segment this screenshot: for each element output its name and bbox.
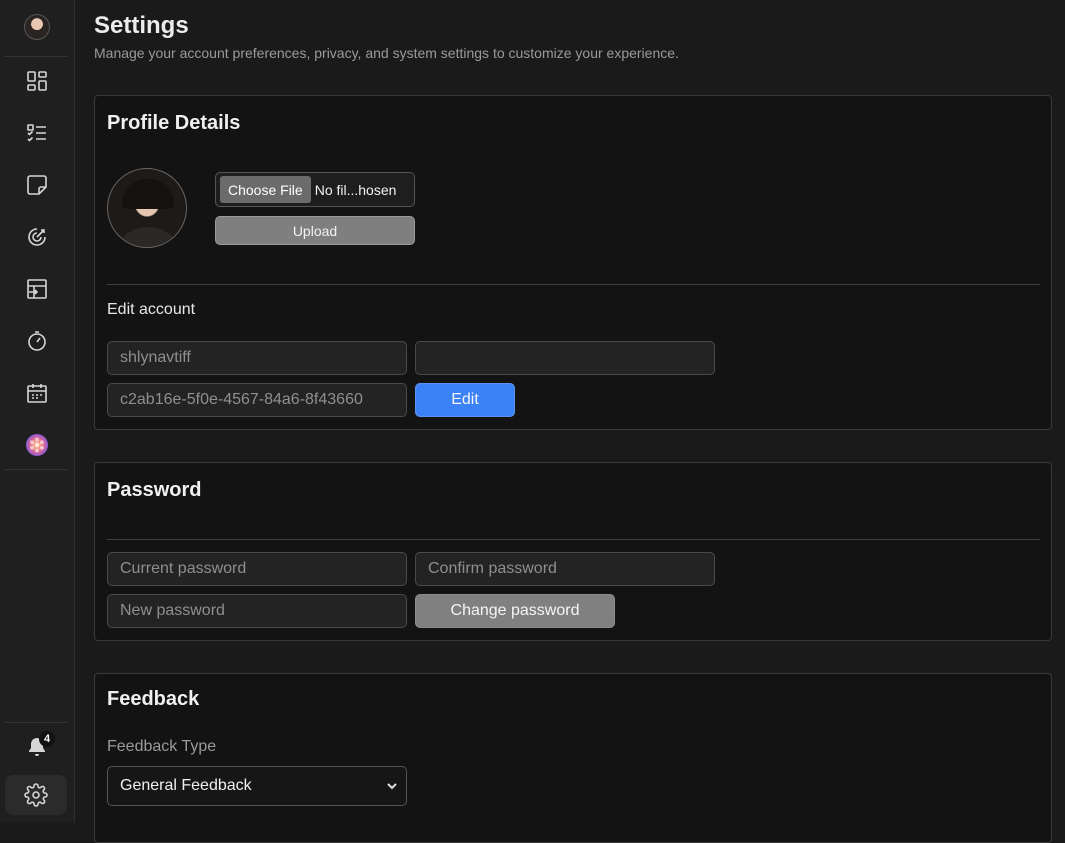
sidebar-item-settings[interactable] (5, 775, 67, 815)
divider (107, 284, 1040, 285)
feedback-title: Feedback (107, 688, 200, 710)
notifications-button[interactable]: 4 (0, 727, 74, 767)
sidebar-item-board[interactable] (0, 269, 74, 309)
change-password-button[interactable]: Change password (415, 594, 615, 628)
sidebar: 4 (0, 0, 75, 823)
file-name: No fil...hosen (314, 181, 397, 198)
sidebar-item-app[interactable] (0, 425, 74, 465)
username-field[interactable]: shlynavtiff (107, 341, 407, 375)
profile-details-card: Profile Details Choose File No fil...hos… (94, 95, 1052, 430)
choose-file-button[interactable]: Choose File (220, 176, 311, 203)
upload-button[interactable]: Upload (215, 216, 415, 245)
confirm-password-field[interactable]: Confirm password (415, 552, 715, 586)
current-password-field[interactable]: Current password (107, 552, 407, 586)
notification-badge: 4 (39, 731, 55, 747)
avatar (24, 14, 50, 40)
edit-account-label: Edit account (107, 301, 196, 318)
file-input[interactable]: Choose File No fil...hosen (215, 172, 415, 207)
sticky-note-icon (27, 175, 47, 195)
sidebar-item-timer[interactable] (0, 321, 74, 361)
divider (107, 539, 1040, 540)
chevron-down-icon (387, 783, 397, 790)
sidebar-divider (4, 469, 68, 470)
calendar-icon (27, 384, 47, 403)
feedback-type-value: General Feedback (120, 777, 252, 794)
sidebar-divider (4, 722, 68, 723)
password-card: Password Current password Confirm passwo… (94, 462, 1052, 641)
target-icon (28, 228, 46, 246)
sidebar-item-dashboard[interactable] (0, 61, 74, 101)
feedback-type-label: Feedback Type (107, 738, 217, 755)
sidebar-item-calendar[interactable] (0, 373, 74, 413)
page-subtitle: Manage your account preferences, privacy… (94, 45, 679, 61)
profile-picture (107, 168, 187, 248)
sidebar-item-goals[interactable] (0, 217, 74, 257)
new-password-field[interactable]: New password (107, 594, 407, 628)
feedback-card: Feedback Feedback Type General Feedback (94, 673, 1052, 843)
sidebar-item-profile[interactable] (0, 7, 74, 47)
gear-icon (24, 783, 48, 807)
sidebar-divider (4, 56, 68, 57)
account-field[interactable] (415, 341, 715, 375)
dashboard-icon (27, 71, 47, 91)
password-title: Password (107, 479, 202, 501)
profile-details-title: Profile Details (107, 112, 241, 134)
user-id-field[interactable]: c2ab16e-5f0e-4567-84a6-8f43660 (107, 383, 407, 417)
timer-icon (28, 331, 46, 351)
checklist-icon (27, 124, 46, 142)
edit-button[interactable]: Edit (415, 383, 515, 417)
feedback-type-select[interactable]: General Feedback (107, 766, 407, 806)
sidebar-item-tasks[interactable] (0, 113, 74, 153)
app-logo-icon (26, 434, 48, 456)
sidebar-item-notes[interactable] (0, 165, 74, 205)
board-import-icon (27, 279, 47, 299)
page-title: Settings (94, 12, 189, 39)
